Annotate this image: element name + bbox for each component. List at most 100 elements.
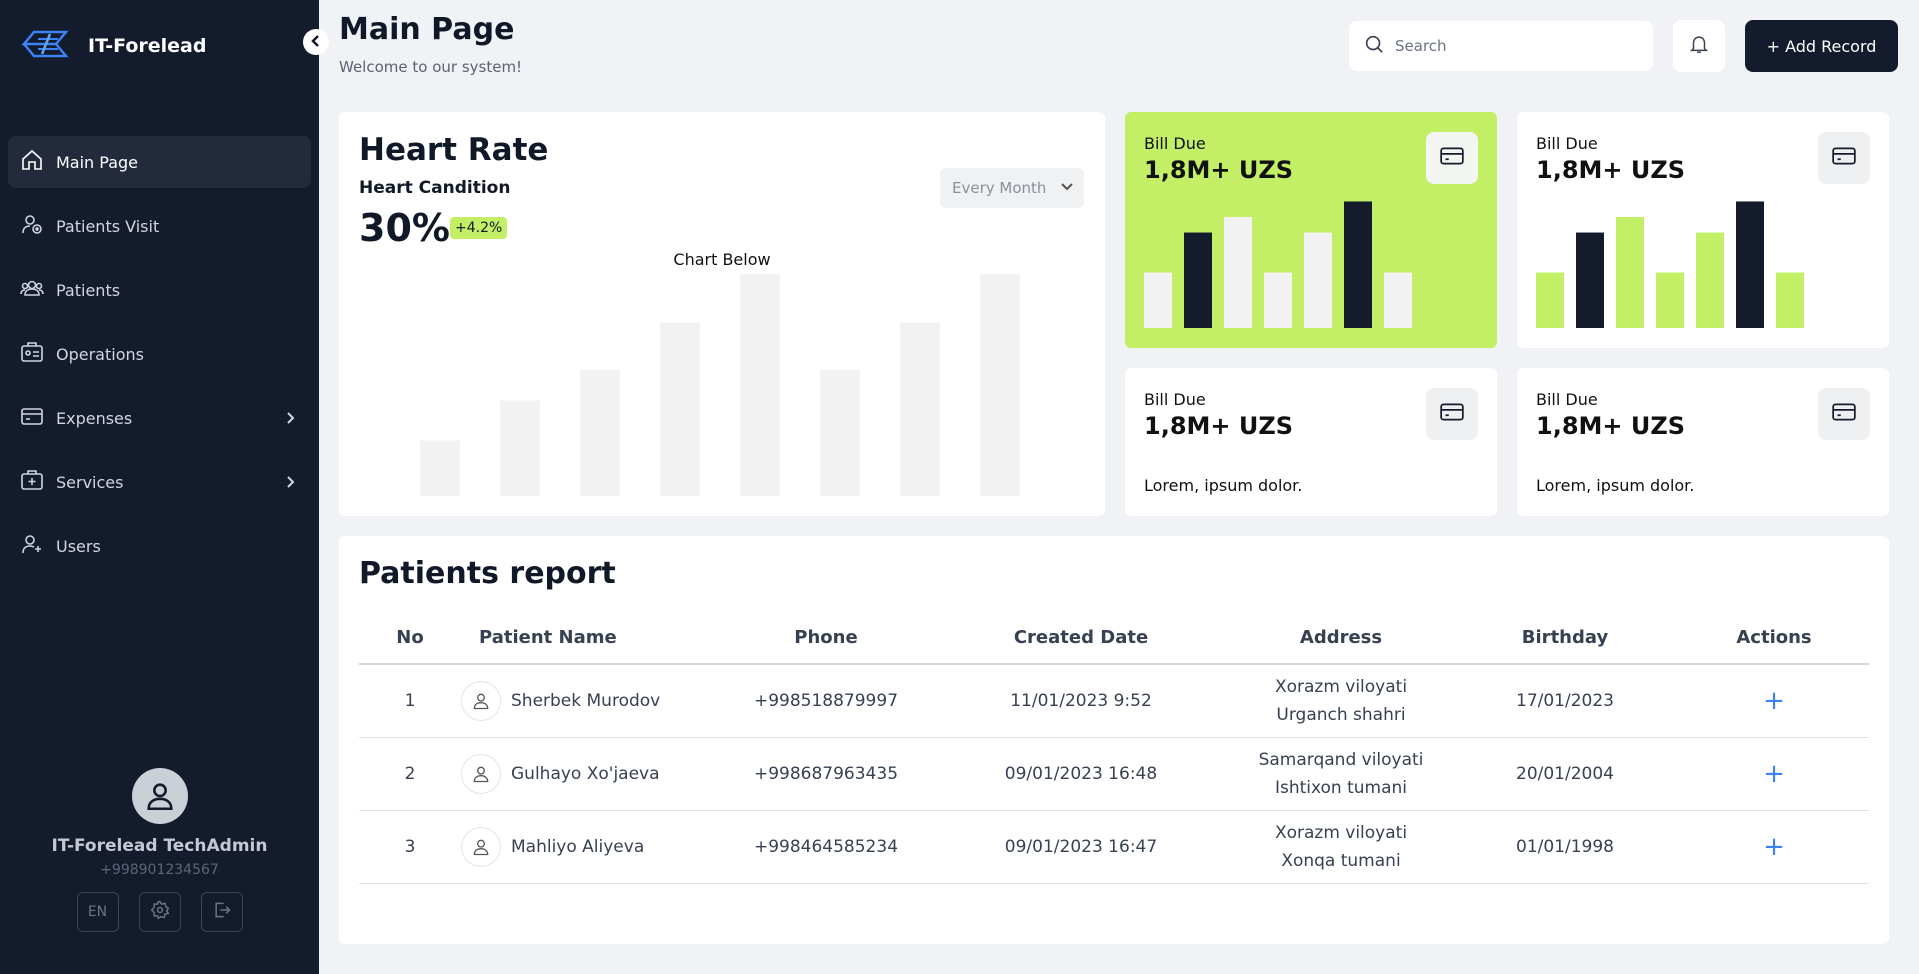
patient-name: Gulhayo Xo'jaeva [511, 763, 660, 784]
heart-rate-chart [420, 274, 1020, 496]
language-button[interactable]: EN [76, 892, 119, 932]
bill-bar [1536, 272, 1564, 328]
chart-bar [900, 322, 940, 496]
bill-note: Lorem, ipsum dolor. [1536, 476, 1695, 495]
table-row[interactable]: 2 Gulhayo Xo'jaeva +998687963435 09/01/2… [359, 737, 1869, 811]
card-button[interactable] [1818, 388, 1870, 440]
sidebar-item-label: Users [56, 536, 101, 556]
column-header-birthday[interactable]: Birthday [1451, 612, 1679, 665]
chart-bar [660, 322, 700, 496]
cell-no: 3 [359, 810, 461, 884]
search-input[interactable] [1395, 37, 1635, 55]
credit-card-icon [1831, 143, 1857, 173]
address-district: Urganch shahri [1276, 704, 1406, 725]
column-header-created-date[interactable]: Created Date [931, 612, 1231, 665]
card-button[interactable] [1426, 388, 1478, 440]
cell-phone: +998464585234 [721, 810, 931, 884]
bill-title: Bill Due [1144, 134, 1206, 153]
sidebar-item-operations[interactable]: Operations [8, 328, 311, 380]
sidebar-item-label: Operations [56, 344, 144, 364]
chevron-left-icon [309, 33, 323, 52]
table-row[interactable]: 3 Mahliyo Aliyeva +998464585234 09/01/20… [359, 810, 1869, 884]
cell-created-date: 11/01/2023 9:52 [931, 664, 1231, 738]
bill-bar [1696, 232, 1724, 328]
home-icon [20, 148, 44, 176]
sidebar-item-services[interactable]: Services [8, 456, 311, 508]
chart-bar [580, 369, 620, 496]
cell-patient: Mahliyo Aliyeva [461, 810, 721, 884]
sidebar-item-expenses[interactable]: Expenses [8, 392, 311, 444]
bill-bar [1224, 217, 1252, 328]
notifications-button[interactable] [1673, 20, 1725, 72]
cell-created-date: 09/01/2023 16:48 [931, 737, 1231, 811]
cell-no: 1 [359, 664, 461, 738]
address-region: Xorazm viloyati [1274, 676, 1408, 697]
cell-patient: Gulhayo Xo'jaeva [461, 737, 721, 811]
logout-button[interactable] [200, 892, 243, 932]
cell-birthday: 20/01/2004 [1451, 737, 1679, 811]
avatar[interactable] [131, 768, 188, 824]
column-header-address[interactable]: Address [1231, 612, 1451, 665]
cell-address: Xorazm viloyati Urganch shahri [1231, 664, 1451, 738]
user-profile: IT-Forelead TechAdmin +998901234567 EN [0, 768, 319, 932]
patient-name-cell: Sherbek Murodov [461, 680, 721, 721]
bill-bar [1616, 217, 1644, 328]
profile-actions: EN [0, 892, 319, 932]
chart-bar [500, 400, 540, 496]
bill-title: Bill Due [1144, 390, 1206, 409]
bill-bar [1736, 201, 1764, 328]
cell-birthday: 01/01/1998 [1451, 810, 1679, 884]
cell-actions: + [1679, 737, 1869, 811]
bill-title: Bill Due [1536, 134, 1598, 153]
table-row[interactable]: 1 Sherbek Murodov +998518879997 11/01/20… [359, 664, 1869, 738]
add-action-button[interactable]: + [1763, 686, 1785, 716]
sidebar-item-users[interactable]: Users [8, 520, 311, 572]
brand[interactable]: IT-Forelead [20, 26, 206, 66]
bill-title: Bill Due [1536, 390, 1598, 409]
add-action-button[interactable]: + [1763, 759, 1785, 789]
cell-phone: +998687963435 [721, 737, 931, 811]
add-action-button[interactable]: + [1763, 832, 1785, 862]
bill-card: Bill Due 1,8M+ UZS [1517, 112, 1889, 348]
bill-amount: 1,8M+ UZS [1536, 156, 1686, 184]
cell-phone: +998518879997 [721, 664, 931, 738]
chart-bar [820, 369, 860, 496]
table-header-row: No Patient Name Phone Created Date Addre… [359, 612, 1869, 665]
logout-icon [212, 900, 232, 924]
cell-birthday: 17/01/2023 [1451, 664, 1679, 738]
sidebar-item-main-page[interactable]: Main Page [8, 136, 311, 188]
search-box[interactable] [1349, 21, 1653, 71]
add-record-button[interactable]: + Add Record [1745, 20, 1898, 72]
column-header-patient-name[interactable]: Patient Name [461, 612, 721, 665]
user-plus-icon [20, 532, 44, 560]
sidebar-item-patients[interactable]: Patients [8, 264, 311, 316]
card-button[interactable] [1426, 132, 1478, 184]
card-button[interactable] [1818, 132, 1870, 184]
bill-bar [1344, 201, 1372, 328]
bill-card: Bill Due 1,8M+ UZS Lorem, ipsum dolor. [1125, 368, 1497, 516]
bill-amount: 1,8M+ UZS [1536, 412, 1686, 440]
report-title: Patients report [359, 556, 616, 591]
bill-note: Lorem, ipsum dolor. [1144, 476, 1303, 495]
bill-bar [1576, 232, 1604, 328]
user-icon [473, 839, 489, 855]
column-header-no[interactable]: No [359, 612, 461, 665]
settings-button[interactable] [138, 892, 181, 932]
cell-no: 2 [359, 737, 461, 811]
sidebar-item-label: Expenses [56, 408, 133, 428]
bill-bar [1384, 272, 1412, 328]
cell-address: Samarqand viloyati Ishtixon tumani [1231, 737, 1451, 811]
column-header-phone[interactable]: Phone [721, 612, 931, 665]
cell-address: Xorazm viloyati Xonqa tumani [1231, 810, 1451, 884]
collapse-sidebar-button[interactable] [303, 29, 329, 55]
patient-avatar [461, 753, 501, 794]
credit-card-icon [1831, 399, 1857, 429]
sidebar-item-patients-visit[interactable]: Patients Visit [8, 200, 311, 252]
brand-name: IT-Forelead [88, 35, 207, 57]
patients-table: No Patient Name Phone Created Date Addre… [359, 612, 1869, 884]
cell-actions: + [1679, 810, 1869, 884]
user-icon [473, 766, 489, 782]
patients-report: Patients report No Patient Name Phone Cr… [339, 536, 1889, 944]
column-header-actions: Actions [1679, 612, 1869, 665]
bill-bar [1184, 232, 1212, 328]
